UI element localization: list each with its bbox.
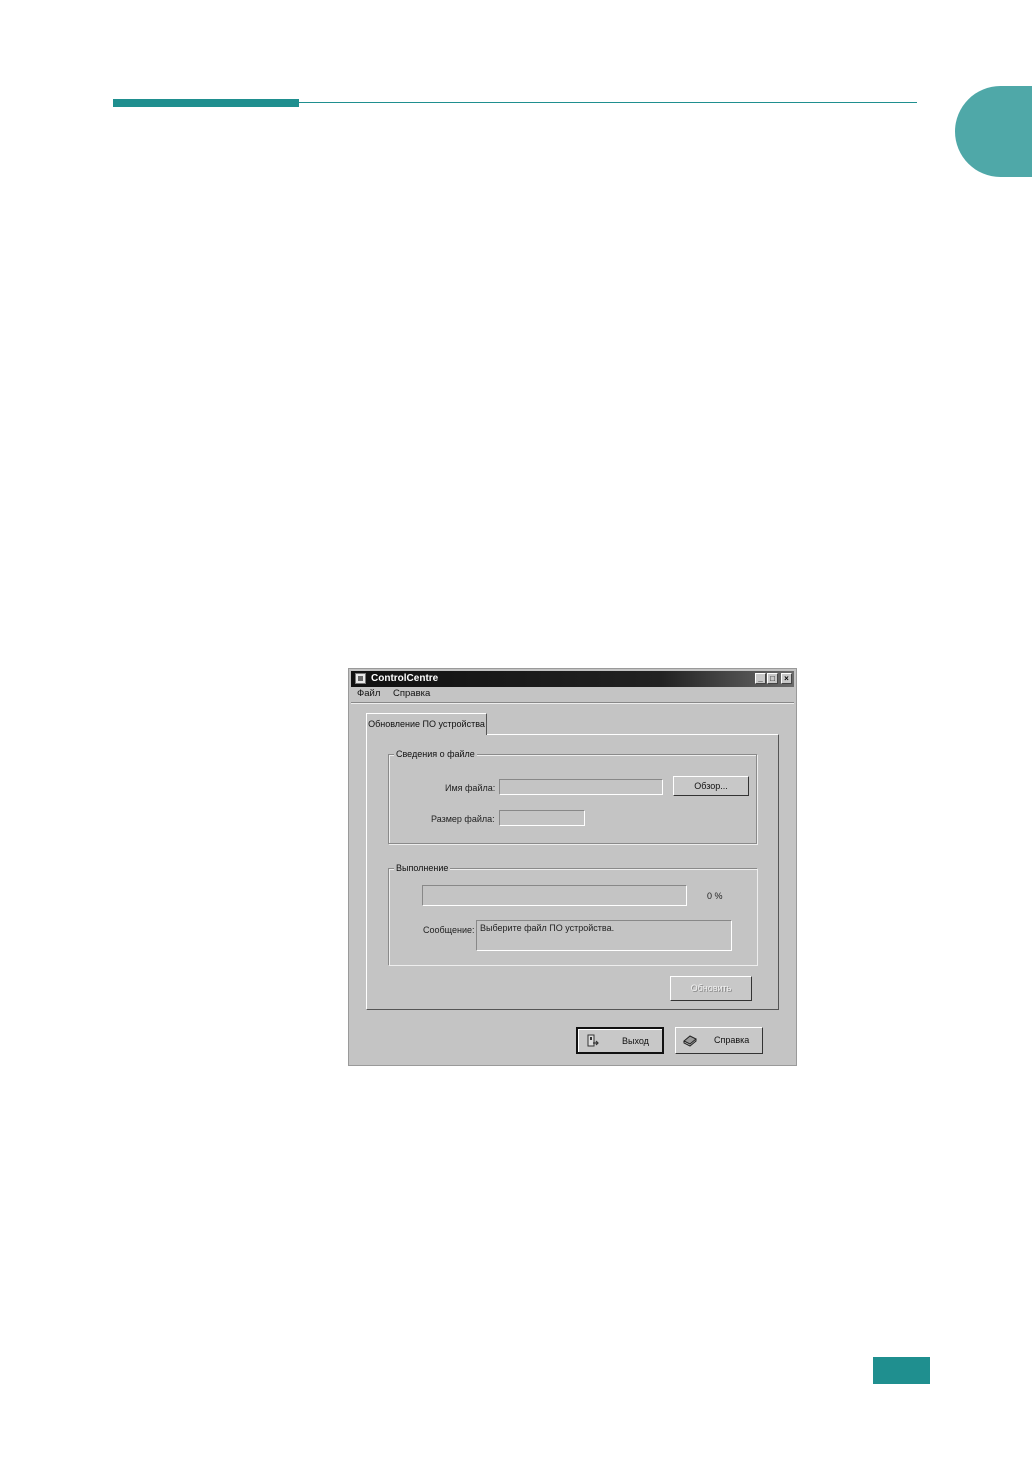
file-info-group: Сведения о файле Имя файла: Обзор... Раз… xyxy=(388,748,757,844)
title-bar[interactable]: ControlCentre _ □ × xyxy=(351,671,794,687)
help-button[interactable]: Справка xyxy=(675,1027,763,1054)
help-book-icon xyxy=(683,1035,697,1047)
help-button-label: Справка xyxy=(714,1035,750,1045)
filename-field[interactable] xyxy=(499,779,663,795)
menu-file[interactable]: Файл xyxy=(357,688,380,699)
app-icon xyxy=(355,673,366,684)
update-button[interactable]: Обновить xyxy=(670,976,752,1001)
page-number-badge xyxy=(873,1357,930,1384)
close-button[interactable]: × xyxy=(781,673,792,684)
minimize-button[interactable]: _ xyxy=(755,673,766,684)
message-text: Выберите файл ПО устройства. xyxy=(480,923,615,933)
exit-button[interactable]: Выход xyxy=(576,1027,664,1054)
tab-panel: Сведения о файле Имя файла: Обзор... Раз… xyxy=(366,734,779,1010)
menu-separator xyxy=(351,702,794,704)
message-box: Выберите файл ПО устройства. xyxy=(476,920,732,951)
exit-icon xyxy=(587,1034,599,1047)
filesize-field xyxy=(499,810,585,826)
progress-percent: 0 % xyxy=(707,891,723,901)
progress-bar xyxy=(422,885,687,906)
filename-label: Имя файла: xyxy=(445,783,496,793)
window-title: ControlCentre xyxy=(371,673,439,684)
progress-legend: Выполнение xyxy=(394,862,451,874)
controlcentre-window: ControlCentre _ □ × Файл Справка Обновле… xyxy=(348,668,797,1066)
maximize-button[interactable]: □ xyxy=(767,673,778,684)
header-rule-accent xyxy=(113,99,299,107)
menu-bar: Файл Справка xyxy=(357,688,440,702)
header-rule xyxy=(299,102,917,103)
progress-group: Выполнение 0 % Сообщение: Выберите файл … xyxy=(388,862,757,965)
browse-button[interactable]: Обзор... xyxy=(673,776,749,796)
chapter-tab-marker xyxy=(955,86,1032,177)
file-info-legend: Сведения о файле xyxy=(394,748,477,760)
tab-firmware-update[interactable]: Обновление ПО устройства xyxy=(366,713,487,735)
message-label: Сообщение: xyxy=(423,925,475,935)
menu-help[interactable]: Справка xyxy=(393,688,430,699)
filesize-label: Размер файла: xyxy=(431,814,495,824)
exit-button-label: Выход xyxy=(622,1036,649,1046)
